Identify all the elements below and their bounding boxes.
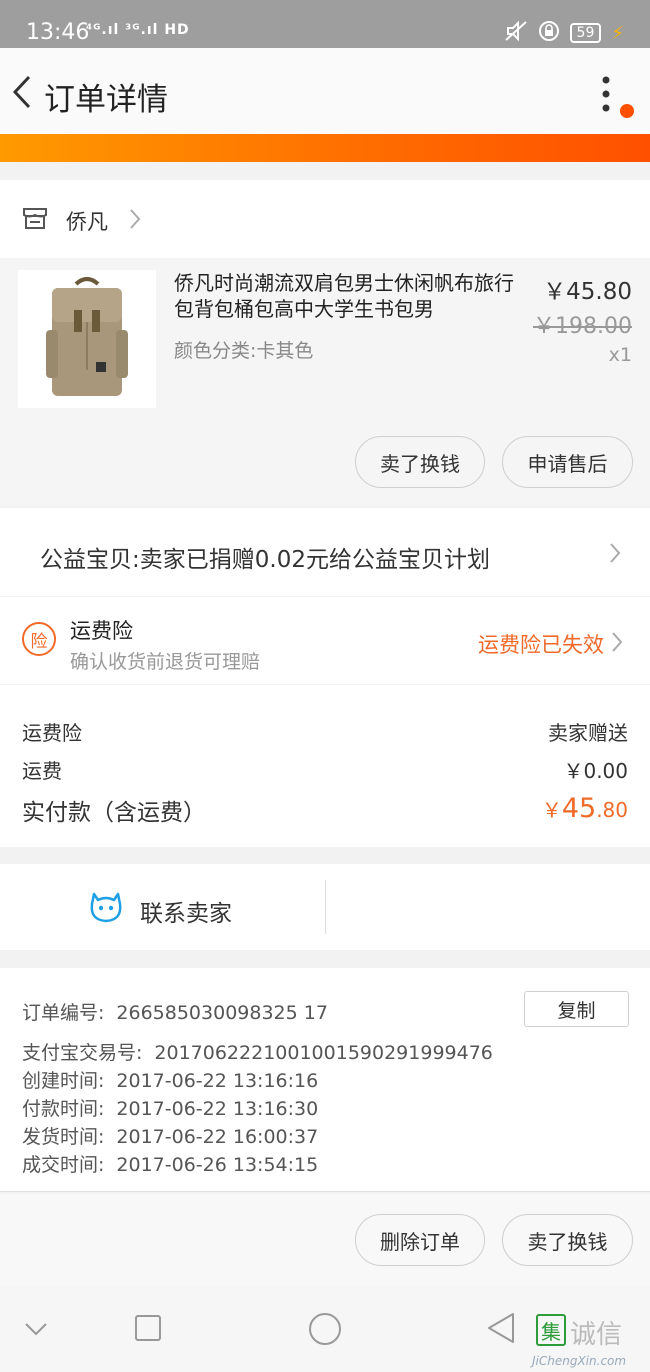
shipping-cost-label: 运费 — [22, 759, 62, 783]
delete-order-button[interactable]: 删除订单 — [355, 1214, 485, 1266]
order-item-card: 侨凡 侨凡时尚潮流双肩包男士休闲帆布旅行包背包桶包高中大学生书包男 颜色分类:卡… — [0, 180, 650, 506]
paid-amount-label: 实付款（含运费） — [22, 800, 206, 826]
insurance-status: 运费险已失效 — [478, 633, 604, 657]
after-sale-button[interactable]: 申请售后 — [502, 436, 633, 488]
status-bar: 13:46 ⁴ᴳ.ıl ³ᴳ.ıl HD 59 ⚡ — [0, 0, 650, 48]
created-time-row: 创建时间: 2017-06-22 13:16:16 — [22, 1066, 318, 1093]
order-info: 订单编号: 266585030098325 17 复制 支付宝交易号: 201706… — [0, 968, 650, 1192]
product-original-price: ￥198.00 — [533, 314, 632, 339]
insurance-subtitle: 确认收货前退货可理赔 — [70, 651, 261, 673]
order-number-row: 订单编号: 266585030098325 17 — [22, 998, 328, 1025]
watermark-logo: 集 — [536, 1314, 566, 1346]
backpack-image — [18, 270, 156, 408]
insurance-title: 运费险 — [70, 619, 133, 643]
created-time-label: 创建时间: — [22, 1070, 105, 1092]
status-time: 13:46 — [26, 20, 90, 45]
orange-banner — [0, 134, 650, 162]
recents-square-icon[interactable] — [134, 1314, 162, 1342]
back-triangle-icon[interactable] — [486, 1312, 516, 1344]
mute-icon — [504, 20, 528, 46]
sell-for-cash-button[interactable]: 卖了换钱 — [355, 436, 485, 488]
paid-time-label: 付款时间: — [22, 1098, 105, 1120]
back-arrow-icon[interactable] — [10, 74, 34, 110]
paid-integer: 45 — [561, 793, 597, 824]
header: 订单详情 — [0, 48, 650, 134]
divider — [325, 880, 326, 934]
insurance-cost-label: 运费险 — [22, 721, 82, 745]
battery-icon: 59 — [569, 23, 602, 43]
copy-button[interactable]: 复制 — [524, 991, 629, 1027]
paid-amount-value: ￥45.80 — [542, 793, 628, 827]
alipay-number-value: 2017062221001001590291999476 — [154, 1042, 493, 1064]
shipping-insurance-row[interactable]: 险 运费险 确认收货前退货可理赔 运费险已失效 — [0, 597, 650, 684]
product-quantity: x1 — [608, 344, 632, 366]
paid-time-row: 付款时间: 2017-06-22 13:16:30 — [22, 1094, 318, 1121]
completed-time-value: 2017-06-26 13:54:15 — [116, 1154, 319, 1176]
shipped-time-label: 发货时间: — [22, 1126, 105, 1148]
chevron-right-icon — [610, 543, 621, 563]
home-circle-icon[interactable] — [308, 1312, 342, 1346]
watermark-url: JiChengXin.com — [532, 1354, 627, 1368]
lock-rotation-icon — [538, 20, 560, 46]
cost-summary: 运费险 卖家赠送 运费 ￥0.00 实付款（含运费） ￥45.80 — [0, 685, 650, 847]
created-time-value: 2017-06-22 13:16:16 — [116, 1070, 319, 1092]
sell-for-cash-button[interactable]: 卖了换钱 — [502, 1214, 633, 1266]
paid-decimal: .80 — [596, 798, 628, 822]
paid-time-value: 2017-06-22 13:16:30 — [116, 1098, 319, 1120]
completed-time-row: 成交时间: 2017-06-26 13:54:15 — [22, 1150, 318, 1177]
watermark-text: 诚信 — [570, 1320, 623, 1350]
page-title: 订单详情 — [44, 82, 168, 118]
bottom-action-bar: 删除订单 卖了换钱 — [0, 1194, 650, 1286]
shop-row[interactable]: 侨凡 — [0, 180, 650, 258]
order-number-label: 订单编号: — [22, 1002, 105, 1024]
product-row[interactable]: 侨凡时尚潮流双肩包男士休闲帆布旅行包背包桶包高中大学生书包男 颜色分类:卡其色 … — [0, 258, 650, 506]
contact-seller-bar: 联系卖家 — [0, 864, 650, 950]
chevron-right-icon — [612, 632, 623, 652]
insurance-badge-icon: 险 — [22, 622, 56, 656]
shipped-time-value: 2017-06-22 16:00:37 — [116, 1126, 319, 1148]
shop-icon — [23, 208, 47, 229]
alipay-number-label: 支付宝交易号: — [22, 1042, 143, 1064]
product-title[interactable]: 侨凡时尚潮流双肩包男士休闲帆布旅行包背包桶包高中大学生书包男 — [174, 270, 518, 322]
shipping-cost-value: ￥0.00 — [563, 759, 628, 783]
insurance-cost-row: 运费险 卖家赠送 — [22, 717, 628, 746]
paid-amount-row: 实付款（含运费） ￥45.80 — [22, 793, 628, 827]
paid-currency: ￥ — [541, 798, 562, 822]
status-right: 59 ⚡ — [504, 20, 624, 46]
shipped-time-row: 发货时间: 2017-06-22 16:00:37 — [22, 1122, 318, 1149]
product-price: ￥45.80 — [543, 279, 632, 305]
charging-icon: ⚡ — [611, 22, 624, 44]
shop-name[interactable]: 侨凡 — [66, 206, 108, 236]
product-variant: 颜色分类:卡其色 — [174, 340, 314, 362]
watermark: 集 诚信 JiChengXin.com — [532, 1312, 650, 1372]
contact-seller-button[interactable]: 联系卖家 — [140, 894, 232, 928]
chat-bubble-icon[interactable] — [88, 890, 124, 924]
charity-row[interactable]: 公益宝贝:卖家已捐赠0.02元给公益宝贝计划 — [0, 508, 650, 596]
charity-text: 公益宝贝:卖家已捐赠0.02元给公益宝贝计划 — [40, 547, 490, 573]
completed-time-label: 成交时间: — [22, 1154, 105, 1176]
alipay-number-row: 支付宝交易号: 2017062221001001590291999476 — [22, 1038, 493, 1065]
more-menu-icon[interactable] — [596, 74, 616, 114]
shipping-cost-row: 运费 ￥0.00 — [22, 755, 628, 784]
chevron-down-icon[interactable] — [24, 1322, 48, 1336]
product-image[interactable] — [18, 270, 156, 408]
chevron-right-icon — [130, 209, 141, 229]
notification-dot — [620, 104, 634, 118]
signal-indicators: ⁴ᴳ.ıl ³ᴳ.ıl HD — [86, 22, 190, 38]
order-number-value: 266585030098325 17 — [116, 1002, 328, 1024]
insurance-cost-value: 卖家赠送 — [548, 721, 628, 745]
